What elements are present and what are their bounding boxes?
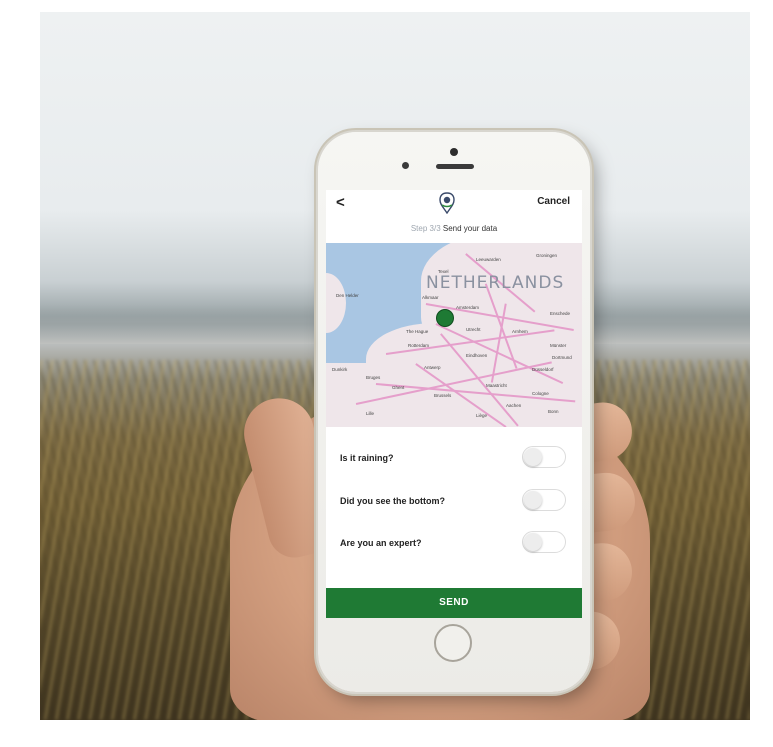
map-city-label: Groningen: [536, 253, 558, 258]
map-city-label: Alkmaar: [422, 295, 439, 300]
map-city-label: Cologne: [532, 391, 549, 396]
map-city-label: Aachen: [506, 403, 522, 408]
map-city-label: The Hague: [406, 329, 429, 334]
map-city-label: Enschede: [550, 311, 571, 316]
question-label-expert: Are you an expert?: [340, 538, 422, 548]
map-city-label: Bruges: [366, 375, 381, 380]
location-marker[interactable]: [437, 310, 453, 326]
map-city-label: Dortmund: [552, 355, 572, 360]
map-city-label: Lille: [366, 411, 375, 416]
toggle-knob: [524, 533, 542, 551]
map-city-label: Den Helder: [336, 293, 359, 298]
map-city-label: Liège: [476, 413, 488, 418]
toggle-knob: [524, 491, 542, 509]
proximity-sensor: [402, 162, 409, 169]
map-city-label: Rotterdam: [408, 343, 430, 348]
earpiece-speaker: [436, 164, 474, 169]
map-city-label: Bonn: [548, 409, 559, 414]
map-city-label: Amsterdam: [456, 305, 480, 310]
map-city-label: Düsseldorf: [532, 367, 554, 372]
smartphone: < Cancel Step 3/3 Send your data NETHERL…: [318, 132, 590, 692]
toggle-bottom[interactable]: [522, 489, 566, 511]
front-camera: [450, 148, 458, 156]
map-city-label: Leeuwarden: [476, 257, 501, 262]
photo-background: < Cancel Step 3/3 Send your data NETHERL…: [40, 12, 750, 720]
map-city-label: Brussels: [434, 393, 452, 398]
map-city-label: Dunkirk: [332, 367, 348, 372]
top-bar: < Cancel: [326, 190, 582, 220]
step-indicator: Step 3/3 Send your data: [326, 224, 582, 233]
map-city-label: Texel: [438, 269, 449, 274]
app-screen: < Cancel Step 3/3 Send your data NETHERL…: [326, 190, 582, 618]
back-button[interactable]: <: [336, 194, 345, 211]
toggle-raining[interactable]: [522, 446, 566, 468]
map-city-label: Münster: [550, 343, 567, 348]
map-city-label: Maastricht: [486, 383, 507, 388]
step-title: Send your data: [442, 224, 498, 233]
cancel-button[interactable]: Cancel: [537, 196, 570, 207]
step-number: Step 3/3: [410, 224, 441, 233]
send-button[interactable]: SEND: [326, 588, 582, 618]
map-city-label: Arnhem: [512, 329, 528, 334]
map-city-label: Eindhoven: [466, 353, 488, 358]
map-city-label: Ghent: [392, 385, 405, 390]
map-city-label: Antwerp: [424, 365, 441, 370]
map-land: [326, 273, 346, 333]
map-country-label: NETHERLANDS: [426, 273, 565, 293]
question-label-raining: Is it raining?: [340, 453, 394, 463]
question-label-bottom: Did you see the bottom?: [340, 496, 446, 506]
app-logo-icon: [439, 192, 455, 214]
location-map[interactable]: NETHERLANDS Leeuwarden Groningen Texel D…: [326, 243, 582, 427]
toggle-knob: [524, 448, 542, 466]
home-button[interactable]: [434, 624, 472, 662]
map-land: [326, 363, 436, 427]
toggle-expert[interactable]: [522, 531, 566, 553]
map-city-label: Utrecht: [466, 327, 481, 332]
